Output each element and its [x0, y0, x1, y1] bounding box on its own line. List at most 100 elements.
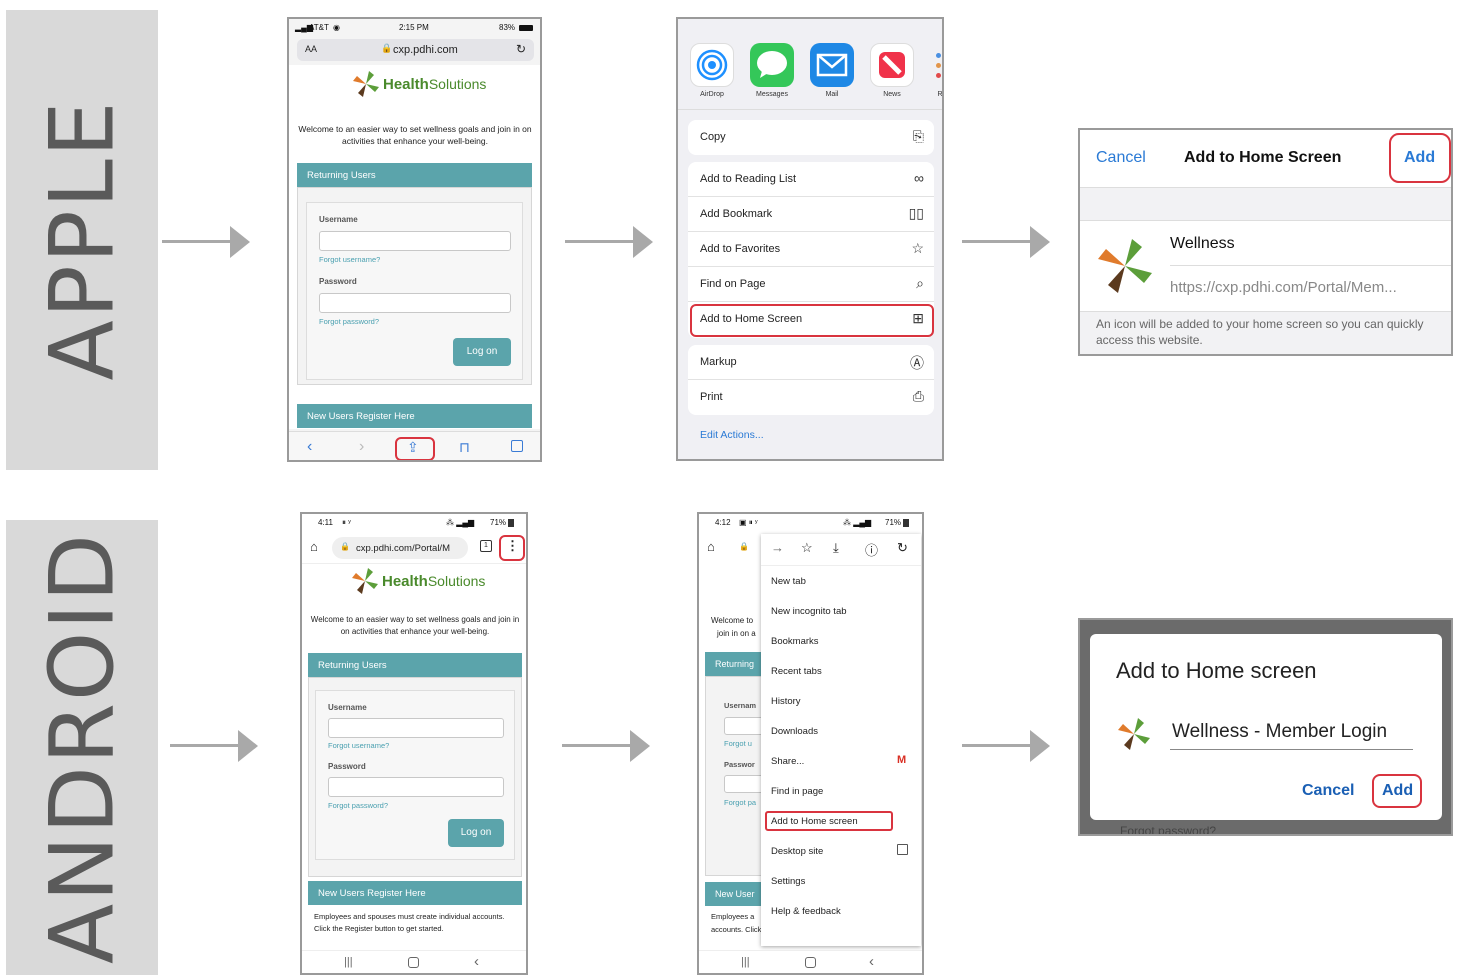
- password-label: Password: [319, 277, 357, 286]
- apple-share-sheet: AirDrop Messages Mail News Re Copy ⎘ Add…: [676, 17, 944, 461]
- forgot-username-link[interactable]: Forgot username?: [319, 255, 380, 264]
- shortcut-name-field[interactable]: Wellness - Member Login: [1170, 718, 1413, 750]
- username-label: Username: [328, 703, 367, 712]
- add-highlight: [1389, 133, 1451, 183]
- new-users-header[interactable]: New Users Register Here: [297, 404, 532, 428]
- menu-bookmarks[interactable]: Bookmarks: [771, 636, 819, 647]
- battery-icon: [519, 25, 533, 31]
- apple-band: APPLE: [6, 10, 158, 470]
- menu-recent-tabs[interactable]: Recent tabs: [771, 666, 822, 677]
- print-action[interactable]: Print ⎙: [688, 380, 934, 415]
- shortcut-name: Wellness - Member Login: [1172, 721, 1388, 742]
- book-icon: ▯▯: [908, 205, 924, 221]
- url-text: cxp.pdhi.com: [393, 44, 458, 56]
- menu-settings[interactable]: Settings: [771, 876, 805, 887]
- logon-button[interactable]: Log on: [453, 338, 511, 366]
- bg-new-users-header: New User: [705, 882, 763, 906]
- bg-forgot-password: Forgot pa: [724, 798, 757, 807]
- new-users-header[interactable]: New Users Register Here: [308, 881, 522, 905]
- text-size-button[interactable]: AA: [305, 44, 317, 54]
- battery-text: 71%: [885, 518, 902, 527]
- forgot-password-link[interactable]: Forgot password?: [328, 801, 388, 810]
- password-input[interactable]: [328, 777, 504, 797]
- home-nav-icon[interactable]: [408, 957, 419, 968]
- recents-icon[interactable]: |||: [741, 956, 750, 968]
- forward-icon[interactable]: ›: [359, 438, 364, 456]
- login-panel: Username Forgot username? Password Forgo…: [297, 187, 532, 385]
- copy-group: Copy ⎘: [688, 120, 934, 155]
- menu-new-incognito-tab[interactable]: New incognito tab: [771, 606, 847, 617]
- logon-button[interactable]: Log on: [448, 819, 504, 847]
- dialog-title: Add to Home screen: [1116, 658, 1317, 683]
- health-solutions-logo: Health Solutions: [350, 566, 485, 596]
- back-nav-icon[interactable]: ‹: [869, 953, 874, 970]
- username-input[interactable]: [328, 718, 504, 738]
- add-bookmark-action[interactable]: Add Bookmark ▯▯: [688, 197, 934, 232]
- bookmark-star-icon[interactable]: ☆: [801, 540, 813, 556]
- login-card: Username Forgot username? Password Forgo…: [306, 202, 523, 380]
- copy-action[interactable]: Copy ⎘: [688, 120, 934, 155]
- login-card: Username Forgot username? Password Forgo…: [315, 690, 515, 860]
- lock-icon: 🔒: [340, 542, 350, 551]
- tabs-icon[interactable]: [511, 440, 523, 452]
- markup-action[interactable]: Markup Ⓐ: [688, 345, 934, 380]
- android-step2-screen: 4:12 ▣ ⏸ ʸ ⁂ ▂▄▆ 71% ⌂ 🔒 Welcome to join…: [697, 512, 924, 975]
- cancel-button[interactable]: Cancel: [1096, 149, 1146, 167]
- lock-icon: 🔒: [739, 542, 749, 551]
- mail-icon[interactable]: [810, 43, 854, 87]
- find-on-page-action[interactable]: Find on Page ⌕: [688, 267, 934, 302]
- menu-desktop-site[interactable]: Desktop site: [771, 846, 823, 857]
- home-icon[interactable]: ⌂: [707, 539, 715, 554]
- page-content: Health Solutions Welcome to an easier wa…: [289, 65, 540, 429]
- notification-icons: ▣ ⏸ ʸ: [739, 518, 758, 527]
- apple-add-home-dialog: Cancel Add to Home Screen Add Wellness h…: [1078, 128, 1453, 356]
- android-band: ANDROID: [6, 520, 158, 975]
- edit-actions-link[interactable]: Edit Actions...: [700, 429, 764, 441]
- arrow-right-icon: [565, 226, 653, 258]
- username-label: Username: [319, 215, 358, 224]
- bg-username-input: [724, 717, 764, 735]
- reading-list-label: Add to Reading List: [700, 173, 797, 185]
- menu-history[interactable]: History: [771, 696, 801, 707]
- forward-icon[interactable]: →: [771, 540, 784, 555]
- markup-icon: Ⓐ: [910, 355, 924, 371]
- messages-icon[interactable]: [750, 43, 794, 87]
- more-apps-icon[interactable]: [930, 43, 942, 87]
- reload-icon[interactable]: ↻: [516, 42, 526, 56]
- home-icon[interactable]: ⌂: [310, 539, 318, 554]
- printer-icon: ⎙: [912, 388, 924, 404]
- back-icon[interactable]: ‹: [307, 438, 312, 456]
- recents-icon[interactable]: |||: [344, 956, 353, 968]
- tab-switcher-icon[interactable]: 1: [480, 540, 492, 552]
- menu-share[interactable]: Share...: [771, 756, 804, 767]
- home-nav-icon[interactable]: [805, 957, 816, 968]
- add-to-reading-list-action[interactable]: Add to Reading List ∞: [688, 162, 934, 197]
- logo-solutions-text: Solutions: [427, 573, 486, 589]
- add-to-favorites-action[interactable]: Add to Favorites ☆: [688, 232, 934, 267]
- bookmarks-icon[interactable]: ⊓: [459, 439, 470, 456]
- cancel-button[interactable]: Cancel: [1302, 782, 1354, 800]
- refresh-icon[interactable]: ↻: [897, 540, 908, 556]
- download-icon[interactable]: ⤓: [833, 540, 839, 556]
- menu-help-feedback[interactable]: Help & feedback: [771, 906, 841, 917]
- android-add-home-dialog-screen: Forgot password? Add to Home screen Well…: [1078, 618, 1453, 836]
- airdrop-label: AirDrop: [700, 91, 724, 98]
- info-icon[interactable]: ⓘ: [865, 540, 878, 559]
- markup-group: Markup Ⓐ Print ⎙: [688, 345, 934, 415]
- bg-employees-text: Employees a: [711, 912, 755, 921]
- address-bar[interactable]: AA 🔒 cxp.pdhi.com ↻: [297, 39, 534, 61]
- menu-find-in-page[interactable]: Find in page: [771, 786, 823, 797]
- airdrop-icon[interactable]: [690, 43, 734, 87]
- shortcut-name[interactable]: Wellness: [1170, 235, 1235, 253]
- menu-new-tab[interactable]: New tab: [771, 576, 806, 587]
- menu-downloads[interactable]: Downloads: [771, 726, 818, 737]
- omnibox[interactable]: 🔒 cxp.pdhi.com/Portal/M: [332, 537, 468, 559]
- forgot-password-link[interactable]: Forgot password?: [319, 317, 379, 326]
- chrome-overflow-menu: → ☆ ⤓ ⓘ ↻ New tab New incognito tab Book…: [761, 534, 921, 946]
- desktop-site-checkbox[interactable]: [897, 844, 908, 855]
- back-nav-icon[interactable]: ‹: [474, 953, 479, 970]
- forgot-username-link[interactable]: Forgot username?: [328, 741, 389, 750]
- username-input[interactable]: [319, 231, 511, 251]
- password-input[interactable]: [319, 293, 511, 313]
- news-icon[interactable]: [870, 43, 914, 87]
